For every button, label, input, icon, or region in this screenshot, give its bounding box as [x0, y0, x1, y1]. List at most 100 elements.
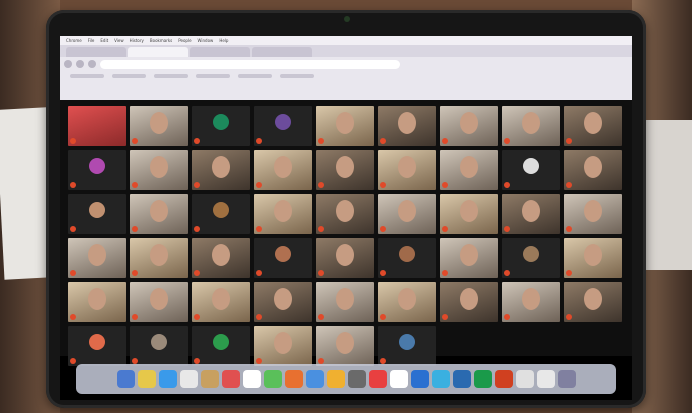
participant-tile[interactable] — [316, 282, 374, 322]
dock-app-icon[interactable] — [263, 370, 282, 388]
dock-app-icon[interactable] — [368, 370, 387, 388]
participant-tile[interactable] — [254, 326, 312, 366]
participant-tile[interactable] — [564, 106, 622, 146]
participant-tile[interactable] — [502, 282, 560, 322]
participant-tile[interactable] — [130, 106, 188, 146]
browser-tab[interactable] — [190, 47, 250, 57]
bookmark[interactable] — [70, 73, 104, 78]
participant-tile[interactable] — [378, 238, 436, 278]
participant-tile[interactable] — [378, 106, 436, 146]
participant-tile[interactable] — [564, 282, 622, 322]
bookmark[interactable] — [154, 73, 188, 78]
participant-tile[interactable] — [440, 150, 498, 190]
participant-tile[interactable] — [130, 238, 188, 278]
participant-tile[interactable] — [502, 238, 560, 278]
participant-tile[interactable] — [316, 194, 374, 234]
dock-app-icon[interactable] — [158, 370, 177, 388]
muted-mic-icon — [132, 313, 138, 320]
menu-item[interactable]: People — [178, 38, 191, 43]
participant-tile[interactable] — [68, 106, 126, 146]
participant-tile[interactable] — [130, 150, 188, 190]
dock-app-icon[interactable] — [179, 370, 198, 388]
participant-name-bar — [318, 313, 324, 320]
participant-tile[interactable] — [254, 106, 312, 146]
participant-tile[interactable] — [440, 106, 498, 146]
dock-app-icon[interactable] — [221, 370, 240, 388]
participant-tile[interactable] — [254, 194, 312, 234]
dock-app-icon[interactable] — [116, 370, 135, 388]
participant-tile[interactable] — [130, 194, 188, 234]
participant-tile[interactable] — [316, 106, 374, 146]
participant-tile[interactable] — [316, 238, 374, 278]
participant-tile[interactable] — [378, 150, 436, 190]
dock-app-icon[interactable] — [431, 370, 450, 388]
dock-app-icon[interactable] — [347, 370, 366, 388]
participant-tile[interactable] — [192, 282, 250, 322]
participant-tile[interactable] — [68, 238, 126, 278]
participant-tile[interactable] — [440, 238, 498, 278]
participant-tile[interactable] — [192, 326, 250, 366]
dock-app-icon[interactable] — [473, 370, 492, 388]
dock-app-icon[interactable] — [137, 370, 156, 388]
participant-video — [150, 244, 168, 266]
dock-app-icon[interactable] — [452, 370, 471, 388]
dock-app-icon[interactable] — [242, 370, 261, 388]
participant-tile[interactable] — [564, 194, 622, 234]
reload-button[interactable] — [88, 60, 96, 68]
participant-tile[interactable] — [502, 150, 560, 190]
menu-item[interactable]: Bookmarks — [150, 38, 172, 43]
menu-item[interactable]: Chrome — [66, 38, 82, 43]
dock-app-icon[interactable] — [200, 370, 219, 388]
participant-tile[interactable] — [192, 150, 250, 190]
dock-app-icon[interactable] — [536, 370, 555, 388]
menu-item[interactable]: Help — [219, 38, 228, 43]
participant-tile[interactable] — [502, 194, 560, 234]
bookmark[interactable] — [112, 73, 146, 78]
participant-tile[interactable] — [378, 282, 436, 322]
menu-item[interactable]: Edit — [100, 38, 108, 43]
participant-tile[interactable] — [564, 238, 622, 278]
dock-app-icon[interactable] — [557, 370, 576, 388]
participant-tile[interactable] — [192, 194, 250, 234]
bookmark[interactable] — [280, 73, 314, 78]
dock-app-icon[interactable] — [326, 370, 345, 388]
participant-tile[interactable] — [316, 150, 374, 190]
menu-item[interactable]: File — [88, 38, 95, 43]
address-bar[interactable] — [100, 59, 400, 69]
participant-tile[interactable] — [68, 326, 126, 366]
browser-tab[interactable] — [128, 47, 188, 57]
dock-app-icon[interactable] — [389, 370, 408, 388]
participant-tile[interactable] — [440, 282, 498, 322]
back-button[interactable] — [64, 60, 72, 68]
browser-tab[interactable] — [66, 47, 126, 57]
participant-tile[interactable] — [192, 238, 250, 278]
bookmark[interactable] — [196, 73, 230, 78]
participant-tile[interactable] — [254, 282, 312, 322]
dock-app-icon[interactable] — [305, 370, 324, 388]
participant-tile[interactable] — [378, 326, 436, 366]
participant-avatar — [523, 158, 539, 174]
browser-tab[interactable] — [252, 47, 312, 57]
participant-tile[interactable] — [254, 238, 312, 278]
dock-app-icon[interactable] — [284, 370, 303, 388]
dock-app-icon[interactable] — [515, 370, 534, 388]
participant-tile[interactable] — [502, 106, 560, 146]
participant-tile[interactable] — [564, 150, 622, 190]
participant-tile[interactable] — [68, 194, 126, 234]
dock-app-icon[interactable] — [410, 370, 429, 388]
menu-item[interactable]: View — [114, 38, 124, 43]
bookmark[interactable] — [238, 73, 272, 78]
participant-tile[interactable] — [254, 150, 312, 190]
forward-button[interactable] — [76, 60, 84, 68]
participant-tile[interactable] — [68, 282, 126, 322]
menu-item[interactable]: History — [130, 38, 144, 43]
participant-tile[interactable] — [130, 282, 188, 322]
participant-tile[interactable] — [316, 326, 374, 366]
participant-tile[interactable] — [440, 194, 498, 234]
participant-tile[interactable] — [130, 326, 188, 366]
menu-item[interactable]: Window — [198, 38, 214, 43]
participant-tile[interactable] — [378, 194, 436, 234]
dock-app-icon[interactable] — [494, 370, 513, 388]
participant-tile[interactable] — [68, 150, 126, 190]
participant-tile[interactable] — [192, 106, 250, 146]
